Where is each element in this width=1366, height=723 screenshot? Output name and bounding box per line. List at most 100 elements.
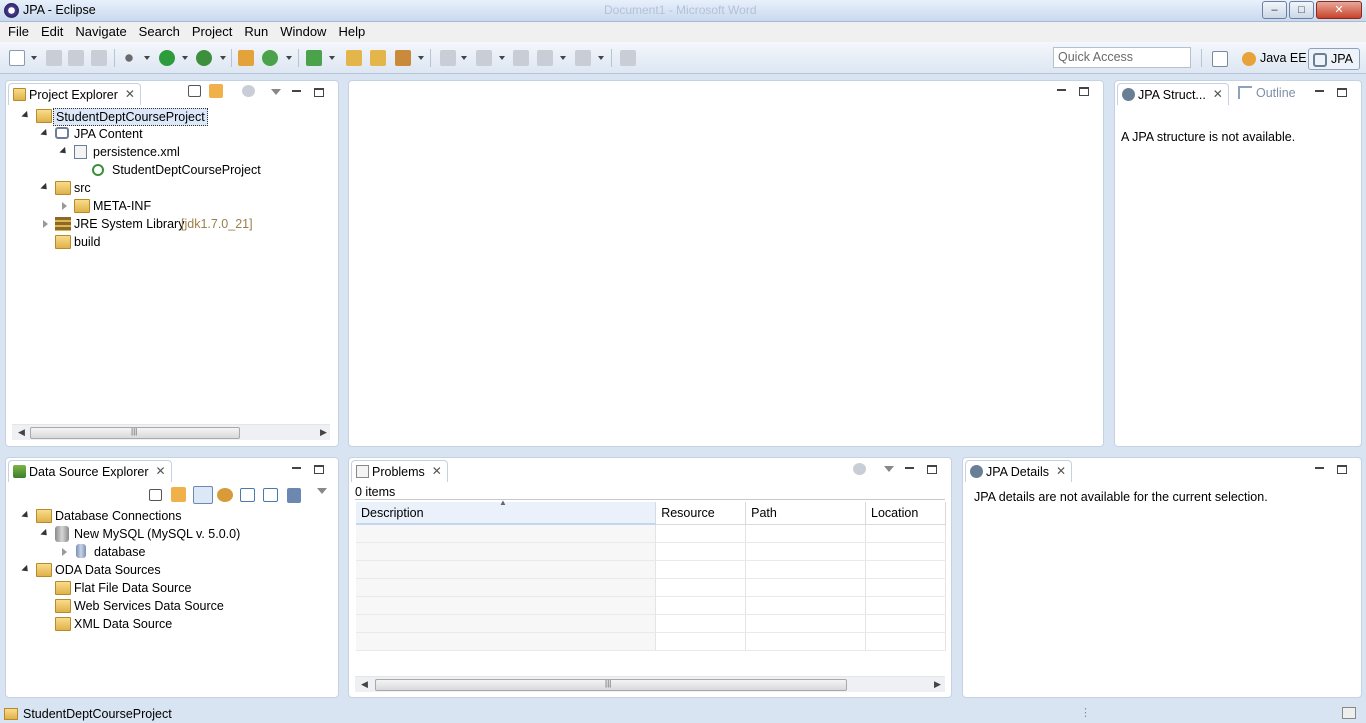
close-icon[interactable]: ✕: [125, 87, 135, 101]
new-icon[interactable]: [9, 50, 25, 66]
maximize-button[interactable]: □: [1289, 1, 1314, 19]
back-dropdown-icon[interactable]: [560, 56, 566, 60]
collapse-all-icon[interactable]: [188, 85, 201, 97]
column-header-location[interactable]: Location: [865, 502, 946, 525]
horizontal-scrollbar[interactable]: ◀ ||| ▶: [355, 676, 945, 692]
view-menu-icon[interactable]: [271, 89, 281, 95]
prev-annotation-dropdown-icon[interactable]: [499, 56, 505, 60]
print-icon[interactable]: [91, 50, 107, 66]
maximize-editor-icon[interactable]: [1079, 87, 1089, 96]
maximize-view-icon[interactable]: [1337, 465, 1347, 474]
progress-icon[interactable]: [1342, 707, 1356, 719]
scroll-right-icon[interactable]: ▶: [934, 679, 941, 690]
menu-file[interactable]: File: [2, 22, 35, 42]
new-server-icon[interactable]: [238, 50, 254, 66]
save-all-icon[interactable]: [68, 50, 84, 66]
open-resource-icon[interactable]: [370, 50, 386, 66]
maximize-view-icon[interactable]: [314, 88, 324, 97]
collapse-icon[interactable]: [62, 202, 67, 210]
tab-jpa-structure[interactable]: JPA Struct... ✕: [1117, 83, 1229, 105]
save-connection-icon[interactable]: [287, 488, 301, 503]
menu-edit[interactable]: Edit: [35, 22, 69, 42]
maximize-view-icon[interactable]: [927, 465, 937, 474]
collapse-all-icon[interactable]: [149, 489, 162, 501]
menu-window[interactable]: Window: [274, 22, 332, 42]
expand-icon[interactable]: [40, 528, 50, 539]
connect-icon[interactable]: [217, 488, 233, 502]
next-annotation-icon[interactable]: [440, 50, 456, 66]
minimize-view-icon[interactable]: [905, 467, 914, 469]
scroll-left-icon[interactable]: ◀: [361, 679, 368, 690]
minimize-button[interactable]: –: [1262, 1, 1287, 19]
scroll-right-icon[interactable]: ▶: [320, 427, 327, 438]
open-type-icon[interactable]: [346, 50, 362, 66]
new-class-icon[interactable]: [262, 50, 278, 66]
link-editor-icon[interactable]: [171, 487, 186, 502]
tab-problems[interactable]: Problems ✕: [351, 460, 448, 482]
filter-icon[interactable]: [853, 463, 866, 475]
new-web-icon[interactable]: [306, 50, 322, 66]
horizontal-scrollbar[interactable]: ◀ ||| ▶: [12, 424, 330, 440]
prev-annotation-icon[interactable]: [476, 50, 492, 66]
expand-icon[interactable]: [21, 110, 31, 121]
menu-project[interactable]: Project: [186, 22, 238, 42]
minimize-view-icon[interactable]: [292, 90, 301, 92]
close-icon[interactable]: ✕: [1213, 87, 1223, 101]
debug-dropdown-icon[interactable]: [144, 56, 150, 60]
link-editor-icon[interactable]: [209, 84, 223, 98]
search-dropdown-icon[interactable]: [418, 56, 424, 60]
tab-jpa-details[interactable]: JPA Details ✕: [965, 460, 1072, 482]
open-perspective-icon[interactable]: [1212, 51, 1228, 67]
minimize-view-icon[interactable]: [292, 467, 301, 469]
run-icon[interactable]: [159, 50, 175, 66]
minimize-editor-icon[interactable]: [1057, 89, 1066, 91]
expand-icon[interactable]: [21, 564, 31, 575]
menu-search[interactable]: Search: [133, 22, 186, 42]
forward-dropdown-icon[interactable]: [598, 56, 604, 60]
column-header-path[interactable]: Path: [745, 502, 867, 525]
search-tool-icon[interactable]: [395, 50, 411, 66]
last-edit-icon[interactable]: [513, 50, 529, 66]
forward-icon[interactable]: [575, 50, 591, 66]
tab-project-explorer[interactable]: Project Explorer ✕: [8, 83, 141, 105]
run-dropdown-icon[interactable]: [182, 56, 188, 60]
close-icon[interactable]: ✕: [432, 464, 442, 478]
tab-outline[interactable]: Outline: [1238, 86, 1296, 100]
import-icon[interactable]: [240, 488, 255, 502]
expand-icon[interactable]: [59, 146, 69, 157]
pin-editor-icon[interactable]: [620, 50, 636, 66]
maximize-view-icon[interactable]: [314, 465, 324, 474]
view-menu-icon[interactable]: [884, 466, 894, 472]
save-icon[interactable]: [46, 50, 62, 66]
export-icon[interactable]: [263, 488, 278, 502]
filter-icon[interactable]: [242, 85, 255, 97]
close-icon[interactable]: ✕: [1056, 464, 1066, 478]
close-icon[interactable]: ✕: [155, 464, 165, 478]
show-hierarchy-icon[interactable]: [193, 486, 213, 504]
back-icon[interactable]: [537, 50, 553, 66]
run-external-icon[interactable]: [196, 50, 212, 66]
next-annotation-dropdown-icon[interactable]: [461, 56, 467, 60]
view-menu-icon[interactable]: [317, 488, 327, 494]
minimize-view-icon[interactable]: [1315, 467, 1324, 469]
expand-icon[interactable]: [40, 182, 50, 193]
menu-navigate[interactable]: Navigate: [69, 22, 132, 42]
quick-access-input[interactable]: Quick Access: [1053, 47, 1191, 68]
collapse-icon[interactable]: [62, 548, 67, 556]
expand-icon[interactable]: [21, 510, 31, 521]
perspective-java-ee[interactable]: Java EE: [1238, 48, 1313, 70]
menu-help[interactable]: Help: [332, 22, 371, 42]
menu-run[interactable]: Run: [238, 22, 274, 42]
tab-data-source-explorer[interactable]: Data Source Explorer ✕: [8, 460, 172, 482]
new-dropdown-icon[interactable]: [31, 56, 37, 60]
debug-config-icon[interactable]: [121, 50, 137, 66]
column-header-resource[interactable]: Resource: [655, 502, 747, 525]
new-class-dropdown-icon[interactable]: [286, 56, 292, 60]
expand-icon[interactable]: [40, 128, 50, 139]
maximize-view-icon[interactable]: [1337, 88, 1347, 97]
close-button[interactable]: ✕: [1316, 1, 1362, 19]
collapse-icon[interactable]: [43, 220, 48, 228]
scroll-left-icon[interactable]: ◀: [18, 427, 25, 438]
minimize-view-icon[interactable]: [1315, 90, 1324, 92]
external-dropdown-icon[interactable]: [220, 56, 226, 60]
